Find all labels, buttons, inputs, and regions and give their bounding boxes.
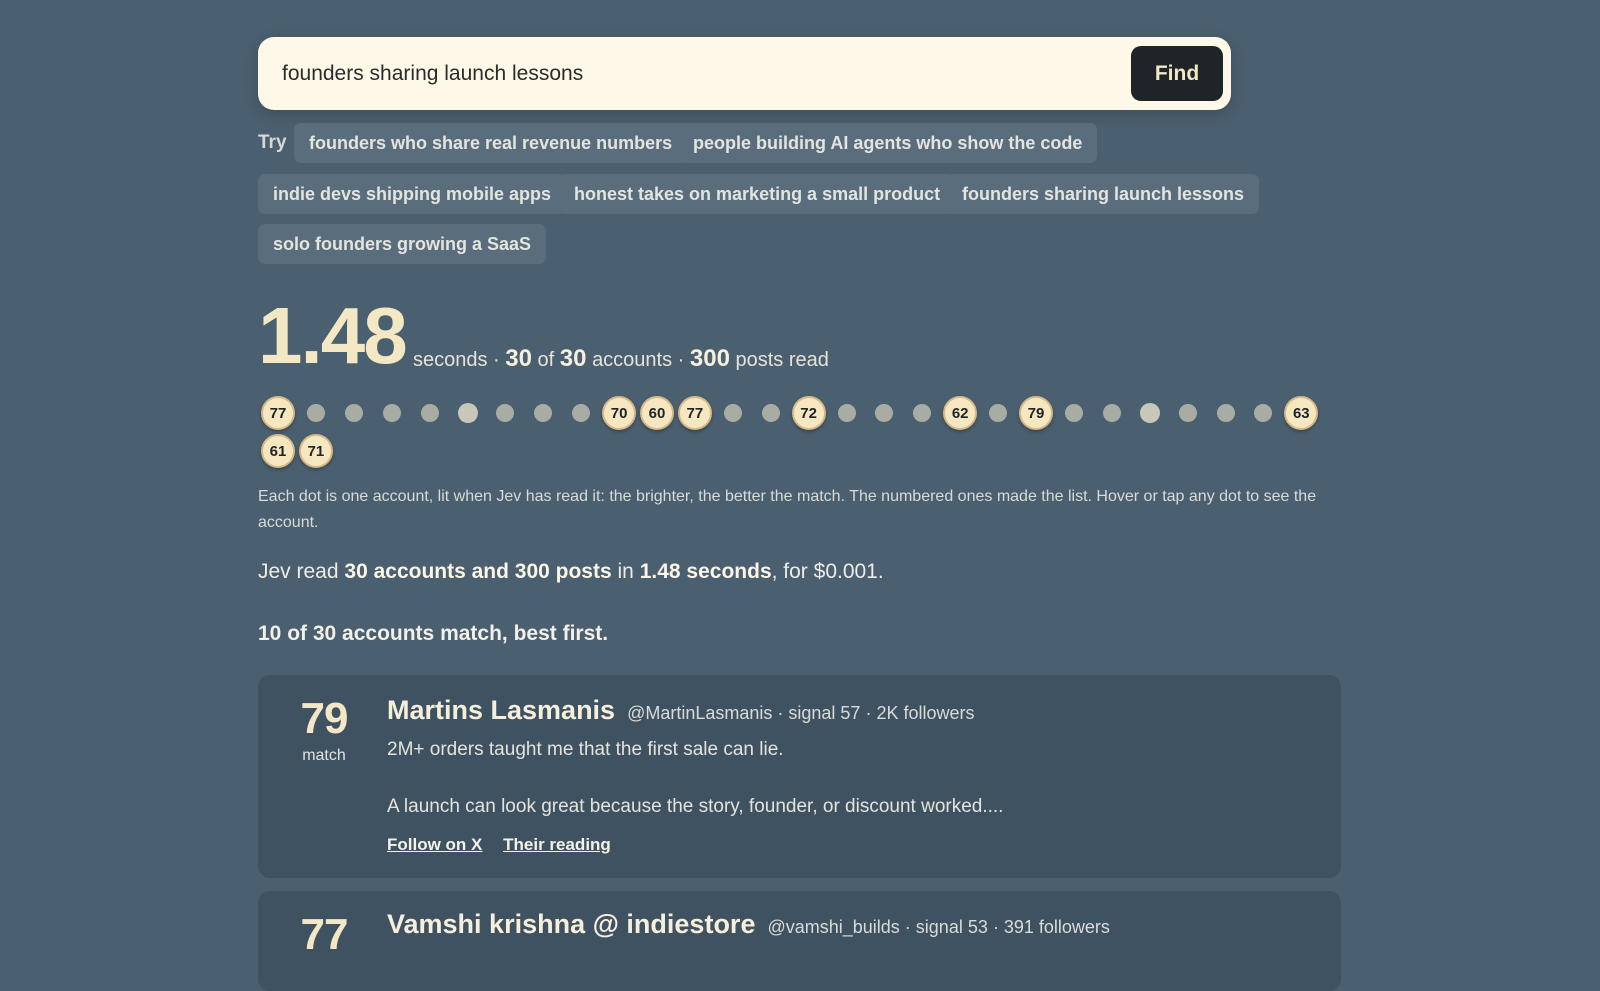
account-dot[interactable] (875, 404, 894, 422)
account-name: Martins Lasmanis @MartinLasmanis · signal… (387, 695, 974, 726)
of-label: of (537, 349, 555, 371)
account-dot-numbered[interactable]: 63 (1284, 396, 1319, 430)
account-dot[interactable] (572, 404, 591, 422)
accounts-read-count: 30 (505, 345, 532, 372)
summary-prefix: Jev read (258, 560, 339, 583)
read-summary: Jev read 30 accounts and 300 posts in 1.… (258, 560, 884, 584)
account-dot[interactable] (913, 404, 932, 422)
post-excerpt-line: A launch can look great because the stor… (387, 796, 1004, 817)
suggestion-chip[interactable]: solo founders growing a SaaS (258, 224, 547, 264)
summary-suffix: , for $0.001. (771, 560, 884, 583)
account-dot[interactable] (1254, 404, 1273, 422)
elapsed-seconds: 1.48 (258, 291, 408, 380)
summary-time: 1.48 seconds (639, 560, 772, 583)
posts-label: posts read (735, 349, 829, 371)
dots-help-text: Each dot is one account, lit when Jev ha… (258, 488, 1317, 531)
account-meta: @MartinLasmanis · signal 57 · 2K followe… (627, 703, 975, 723)
account-dot-numbered[interactable]: 79 (1019, 396, 1053, 430)
accounts-label: accounts · (592, 349, 685, 371)
match-label: match (302, 747, 346, 764)
account-dot-numbered[interactable]: 70 (602, 396, 637, 430)
account-dot[interactable] (420, 404, 439, 422)
account-display-name: Martins Lasmanis (387, 695, 616, 725)
account-dot[interactable] (1216, 404, 1235, 422)
account-dot-numbered[interactable]: 61 (261, 434, 295, 468)
summary-accounts-posts: 30 accounts and 300 posts (344, 560, 612, 583)
account-display-name: Vamshi krishna @ indiestore (387, 909, 756, 939)
account-dot[interactable] (1139, 403, 1160, 423)
stats-line: seconds · 30 of 30 accounts · 300 posts … (413, 345, 829, 373)
result-card: 79 match Martins Lasmanis @MartinLasmanis… (258, 675, 1341, 878)
account-dot-numbered[interactable]: 71 (298, 434, 333, 468)
account-dot[interactable] (837, 404, 856, 422)
suggestion-chip[interactable]: founders who share real revenue numbers (294, 123, 688, 163)
account-dot[interactable] (723, 404, 742, 422)
card-links: Follow on X Their reading (387, 835, 627, 855)
suggestion-chip[interactable]: people building AI agents who show the c… (678, 123, 1098, 163)
their-reading-link[interactable]: Their reading (503, 835, 611, 854)
seconds-label: seconds · (413, 349, 500, 371)
account-dot[interactable] (989, 404, 1008, 422)
summary-in: in (617, 560, 634, 583)
account-dot[interactable] (496, 404, 515, 422)
search-bar: Find (258, 37, 1231, 110)
match-score: 79 (300, 694, 349, 743)
match-heading: 10 of 30 accounts match, best first. (258, 622, 609, 645)
posts-count: 300 (689, 345, 730, 372)
suggestion-chip[interactable]: founders sharing launch lessons (947, 174, 1260, 214)
follow-on-x-link[interactable]: Follow on X (387, 835, 482, 854)
account-meta: @vamshi_builds · signal 53 · 391 followe… (767, 917, 1110, 937)
account-dot[interactable] (1178, 404, 1197, 422)
search-input[interactable] (280, 55, 1084, 93)
result-card: 77 Vamshi krishna @ indiestore @vamshi_bu… (258, 891, 1341, 991)
account-dot[interactable] (457, 403, 478, 423)
account-dot-numbered[interactable]: 60 (640, 396, 674, 430)
account-dot-numbered[interactable]: 77 (261, 396, 295, 430)
account-dot[interactable] (1102, 404, 1121, 422)
suggestion-chip[interactable]: indie devs shipping mobile apps (258, 174, 567, 214)
account-dot[interactable] (761, 404, 780, 422)
find-button[interactable]: Find (1131, 46, 1223, 101)
account-dot-numbered[interactable]: 62 (943, 396, 978, 430)
try-label: Try (258, 132, 287, 153)
account-dot-numbered[interactable]: 72 (791, 396, 826, 430)
accounts-total-count: 30 (559, 345, 587, 372)
account-dot[interactable] (306, 404, 325, 422)
account-dot[interactable] (344, 404, 363, 422)
account-dot[interactable] (1064, 404, 1083, 422)
account-dot[interactable] (382, 404, 401, 422)
account-dot[interactable] (534, 404, 553, 422)
post-excerpt-line: 2M+ orders taught me that the first sale… (387, 739, 784, 760)
account-name: Vamshi krishna @ indiestore @vamshi_build… (387, 909, 1110, 940)
suggestion-chip[interactable]: honest takes on marketing a small produc… (559, 174, 956, 214)
account-dot-numbered[interactable]: 77 (677, 396, 712, 430)
match-score: 77 (300, 910, 349, 959)
